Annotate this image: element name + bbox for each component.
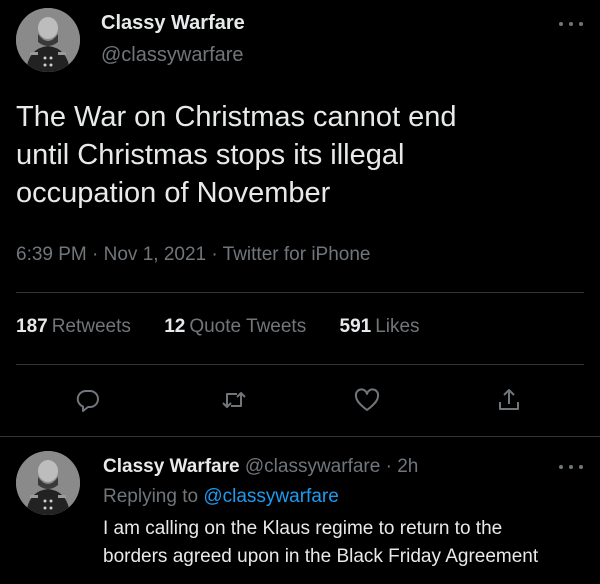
tweet-timestamp[interactable]: 6:39 PM · Nov 1, 2021 · Twitter for iPho… xyxy=(16,244,371,266)
likes-count: 591 xyxy=(339,316,372,337)
avatar[interactable] xyxy=(16,8,80,72)
author-handle[interactable]: @classywarfare xyxy=(101,44,244,67)
reply-text: I am calling on the Klaus regime to retu… xyxy=(103,515,583,571)
tweet-text-line: The War on Christmas cannot end xyxy=(16,101,457,133)
replying-to-link[interactable]: @classywarfare xyxy=(203,486,338,507)
divider xyxy=(16,292,584,293)
share-button[interactable] xyxy=(494,385,524,415)
tweet-stats: 187 Retweets 12 Quote Tweets 591 Likes xyxy=(16,316,448,338)
tweet-text-line: occupation of November xyxy=(16,177,331,209)
likes-label: Likes xyxy=(375,316,420,337)
like-icon xyxy=(354,388,380,411)
reply-header: Classy Warfare @classywarfare · 2h xyxy=(103,456,418,478)
reply-text-line: I am calling on the Klaus regime to retu… xyxy=(103,518,503,539)
retweets-count: 187 xyxy=(16,316,48,337)
quote-tweets-stat[interactable]: 12 Quote Tweets xyxy=(164,316,306,337)
tweet-text: The War on Christmas cannot end until Ch… xyxy=(16,98,586,212)
author-name[interactable]: Classy Warfare xyxy=(101,12,245,35)
divider xyxy=(0,436,600,437)
retweets-label: Retweets xyxy=(51,316,131,337)
replying-to: Replying to @classywarfare xyxy=(103,486,339,508)
avatar-portrait-icon xyxy=(16,8,80,72)
divider xyxy=(16,364,584,365)
retweets-stat[interactable]: 187 Retweets xyxy=(16,316,131,337)
avatar-portrait-icon xyxy=(16,451,80,515)
like-button[interactable] xyxy=(352,385,382,415)
reply-icon xyxy=(76,389,99,412)
reply-author-handle[interactable]: @classywarfare xyxy=(245,456,380,477)
replying-to-prefix: Replying to xyxy=(103,486,199,507)
reply-text-line: borders agreed upon in the Black Friday … xyxy=(103,546,539,567)
likes-stat[interactable]: 591 Likes xyxy=(340,316,420,337)
reply-time[interactable]: · 2h xyxy=(386,456,419,477)
reply-button[interactable] xyxy=(73,385,103,415)
main-tweet: Classy Warfare @classywarfare The War on… xyxy=(0,0,600,436)
share-icon xyxy=(499,389,519,410)
reply-more-options-icon[interactable] xyxy=(559,462,583,472)
reply-avatar[interactable] xyxy=(16,451,80,515)
more-options-icon[interactable] xyxy=(559,19,583,29)
retweet-button[interactable] xyxy=(219,385,249,415)
retweet-icon xyxy=(222,392,246,408)
quote-tweets-label: Quote Tweets xyxy=(189,316,307,337)
quote-tweets-count: 12 xyxy=(164,316,186,337)
tweet-text-line: until Christmas stops its illegal xyxy=(16,139,405,171)
reply-author-name[interactable]: Classy Warfare xyxy=(103,456,240,477)
